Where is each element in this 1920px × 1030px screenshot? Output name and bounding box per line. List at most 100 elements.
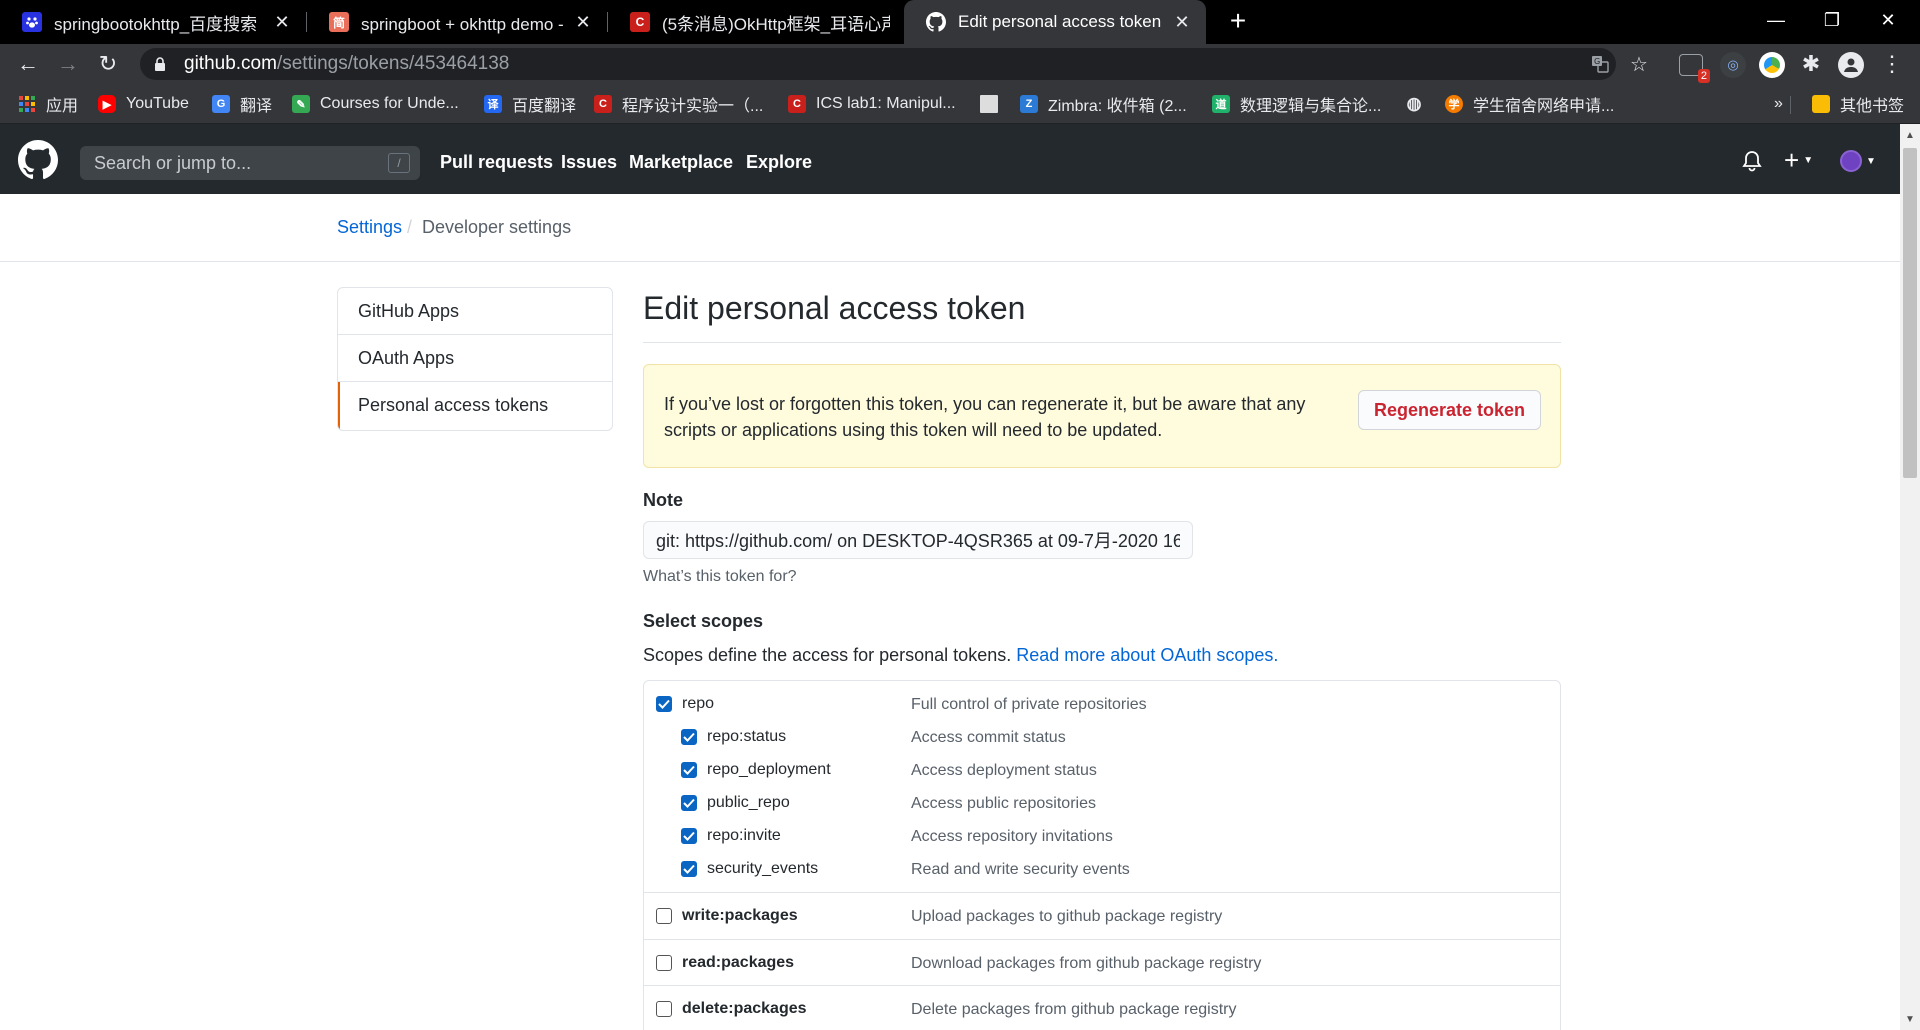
forward-arrow-icon[interactable]: →	[52, 48, 84, 80]
breadcrumb-settings-link[interactable]: Settings	[337, 217, 402, 238]
scope-repo-status[interactable]: repo:status	[681, 725, 786, 749]
scope-public-repo[interactable]: public_repo	[681, 791, 790, 815]
tab-jianshu[interactable]: 简 springboot + okhttp demo - 简 ✕	[307, 0, 607, 44]
note-input[interactable]	[643, 521, 1193, 559]
user-avatar	[1840, 150, 1862, 172]
scope-divider	[644, 892, 1560, 893]
scope-delete-packages[interactable]: delete:packages	[656, 997, 807, 1021]
create-new-dropdown[interactable]: + ▼	[1784, 147, 1813, 173]
search-shortcut-key: /	[388, 153, 410, 173]
minimize-window-icon[interactable]: —	[1748, 0, 1804, 40]
scope-description: Full control of private repositories	[911, 696, 1147, 713]
close-tab-icon[interactable]: ✕	[573, 12, 593, 33]
bookmark-ics-lab[interactable]: C ICS lab1: Manipul...	[788, 92, 956, 116]
menu-personal-access-tokens[interactable]: Personal access tokens	[338, 382, 612, 429]
blank-page-icon	[980, 95, 998, 113]
scrollbar-thumb[interactable]	[1903, 148, 1917, 478]
scope-repo-deployment[interactable]: repo_deployment	[681, 758, 831, 782]
nav-issues[interactable]: Issues	[561, 152, 617, 173]
reload-icon[interactable]: ↻	[92, 48, 124, 80]
scope-description: Download packages from github package re…	[911, 955, 1262, 972]
bookmark-label: Zimbra: 收件箱 (2...	[1048, 98, 1187, 115]
bookmark-star-icon[interactable]: ☆	[1627, 52, 1651, 76]
bookmark-label: 数理逻辑与集合论...	[1240, 98, 1382, 115]
checkbox-checked-icon[interactable]	[681, 729, 697, 745]
bookmarks-overflow-chevron[interactable]: »	[1774, 92, 1783, 116]
scope-description: Delete packages from github package regi…	[911, 1001, 1237, 1018]
tab-baidu-search[interactable]: springbootokhttp_百度搜索 ✕	[0, 0, 306, 44]
bookmark-globe[interactable]: ◍	[1405, 92, 1433, 116]
close-tab-icon[interactable]: ✕	[1172, 12, 1192, 33]
extension-eye-icon[interactable]: ◎	[1720, 52, 1746, 78]
bookmark-translate[interactable]: G 翻译	[212, 92, 272, 116]
profile-avatar-icon[interactable]	[1838, 52, 1864, 78]
scope-description: Upload packages to github package regist…	[911, 908, 1223, 925]
tab-title: (5条消息)OkHttp框架_耳语心声	[662, 14, 890, 34]
url-bar[interactable]: github.com/settings/tokens/453464138	[140, 48, 1616, 80]
bookmark-courses[interactable]: ✎ Courses for Unde...	[292, 92, 459, 116]
restore-window-icon[interactable]: ❐	[1804, 0, 1860, 40]
notifications-bell-icon[interactable]	[1742, 150, 1762, 172]
oauth-scopes-link[interactable]: Read more about OAuth scopes.	[1016, 645, 1278, 665]
scope-name: public_repo	[707, 794, 790, 811]
scroll-down-arrow-icon[interactable]: ▼	[1900, 1010, 1920, 1028]
bookmark-logic[interactable]: 道 数理逻辑与集合论...	[1212, 92, 1381, 116]
tab-csdn[interactable]: C (5条消息)OkHttp框架_耳语心声	[608, 0, 904, 44]
other-bookmarks[interactable]: 其他书签	[1812, 92, 1904, 116]
scope-description: Access commit status	[911, 729, 1066, 746]
scope-read-packages[interactable]: read:packages	[656, 951, 794, 975]
bookmark-blank[interactable]	[980, 92, 1008, 116]
bookmark-youtube[interactable]: ▶ YouTube	[98, 92, 189, 116]
extension-colorful-icon[interactable]	[1759, 52, 1785, 78]
user-menu-dropdown[interactable]: ▼	[1840, 150, 1876, 172]
scope-security-events[interactable]: security_events	[681, 857, 818, 881]
bookmark-label: 百度翻译	[512, 98, 577, 115]
scope-name: write:packages	[682, 907, 798, 924]
baidu-paw-icon	[22, 12, 42, 32]
bookmark-label: YouTube	[126, 95, 189, 112]
scope-name: delete:packages	[682, 1000, 807, 1017]
nav-pull-requests[interactable]: Pull requests	[440, 152, 553, 173]
tab-title: Edit personal access token	[958, 12, 1162, 31]
nav-marketplace[interactable]: Marketplace	[629, 152, 733, 173]
menu-oauth-apps[interactable]: OAuth Apps	[338, 335, 612, 382]
bookmark-apps[interactable]: 应用	[18, 92, 78, 116]
checkbox-checked-icon[interactable]	[681, 828, 697, 844]
tab-github-active[interactable]: Edit personal access token ✕	[904, 0, 1206, 44]
bookmark-baidu-translate[interactable]: 译 百度翻译	[484, 92, 576, 116]
scope-write-packages[interactable]: write:packages	[656, 904, 798, 928]
breadcrumb-current: Developer settings	[422, 217, 572, 237]
bookmark-divider	[1790, 96, 1791, 114]
close-tab-icon[interactable]: ✕	[272, 12, 292, 33]
scroll-up-arrow-icon[interactable]: ▲	[1900, 126, 1920, 144]
close-window-icon[interactable]: ✕	[1860, 0, 1916, 40]
regenerate-token-button[interactable]: Regenerate token	[1358, 390, 1541, 430]
note-help-text: What’s this token for?	[643, 568, 797, 585]
new-tab-icon[interactable]: +	[1222, 6, 1254, 38]
bookmark-zimbra[interactable]: Z Zimbra: 收件箱 (2...	[1020, 92, 1187, 116]
school-icon: 学	[1445, 95, 1463, 113]
developer-settings-menu: GitHub Apps OAuth Apps Personal access t…	[337, 287, 613, 431]
checkbox-checked-icon[interactable]	[656, 696, 672, 712]
extension-notify-icon[interactable]: 2	[1679, 54, 1710, 83]
checkbox-unchecked-icon[interactable]	[656, 908, 672, 924]
github-logo-icon[interactable]	[18, 140, 58, 180]
browser-menu-icon[interactable]: ⋮	[1880, 51, 1904, 76]
checkbox-checked-icon[interactable]	[681, 762, 697, 778]
github-search-input[interactable]: Search or jump to... /	[80, 146, 420, 180]
nav-explore[interactable]: Explore	[746, 152, 812, 173]
scope-repo-invite[interactable]: repo:invite	[681, 824, 781, 848]
scope-description: Access repository invitations	[911, 828, 1113, 845]
bookmark-dorm-network[interactable]: 学 学生宿舍网络申请...	[1445, 92, 1614, 116]
extensions-puzzle-icon[interactable]: ✱	[1799, 51, 1823, 76]
bookmark-program-lab[interactable]: C 程序设计实验一（...	[594, 92, 763, 116]
checkbox-unchecked-icon[interactable]	[656, 955, 672, 971]
back-arrow-icon[interactable]: ←	[12, 48, 44, 80]
translate-page-icon[interactable]: G	[1588, 52, 1612, 76]
checkbox-unchecked-icon[interactable]	[656, 1001, 672, 1017]
folder-icon	[1812, 95, 1830, 113]
menu-github-apps[interactable]: GitHub Apps	[338, 288, 612, 335]
checkbox-checked-icon[interactable]	[681, 861, 697, 877]
scope-repo[interactable]: repo	[656, 692, 714, 716]
checkbox-checked-icon[interactable]	[681, 795, 697, 811]
